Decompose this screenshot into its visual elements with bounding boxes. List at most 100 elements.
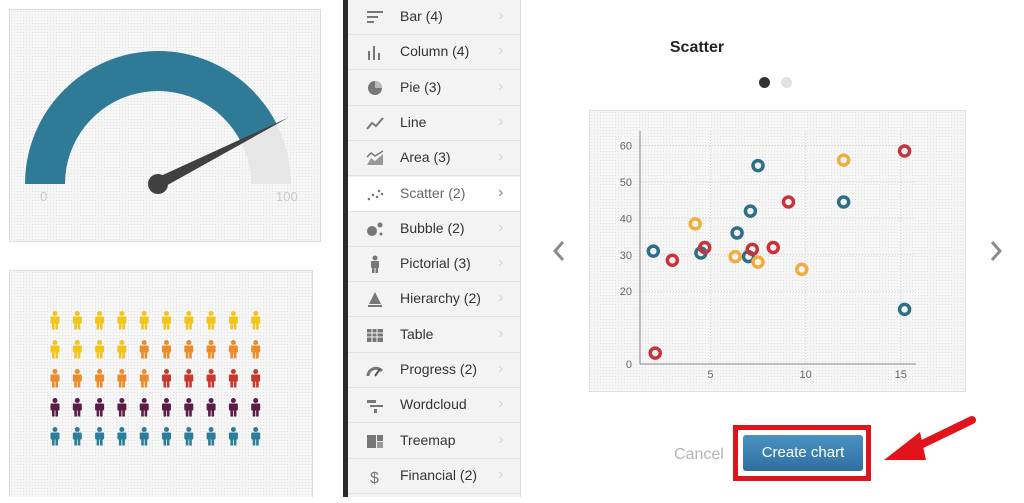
x-tick-label: 5 [707, 369, 713, 381]
person-icon [251, 398, 261, 417]
page-dot-2[interactable] [781, 77, 792, 88]
red-arrow-annotation [884, 416, 976, 460]
prev-chart-button[interactable] [548, 236, 572, 266]
chevron-left-icon [552, 241, 565, 261]
gauge-max-label: 100 [276, 189, 298, 204]
person-icon [72, 398, 82, 417]
y-tick-label: 30 [620, 250, 632, 262]
chevron-right-icon: › [498, 183, 504, 201]
chevron-right-icon: › [498, 289, 504, 307]
chart-type-pictorial-chart[interactable]: Pictorial (3) › [348, 247, 520, 283]
person-icon [184, 340, 194, 359]
person-icon [162, 340, 171, 359]
chart-type-pie-chart[interactable]: Pie (3) › [348, 71, 520, 106]
person-icon [95, 340, 105, 359]
person-icon [206, 340, 216, 359]
gauge-chart [25, 51, 291, 194]
chevron-right-icon: › [498, 360, 504, 377]
pie-chart-icon [366, 79, 386, 97]
scatter-point [751, 255, 765, 269]
scatter-point [646, 244, 661, 258]
person-icon [206, 427, 216, 446]
person-icon [50, 311, 60, 330]
chart-type-column-chart[interactable]: Column (4) › [348, 35, 520, 71]
chart-type-progress-chart[interactable]: Progress (2) › [348, 353, 520, 388]
chart-type-label: Pie (3) [400, 78, 442, 95]
chevron-right-icon: › [498, 148, 504, 166]
chart-type-wordcloud[interactable]: Wordcloud › [348, 388, 520, 424]
person-icon [95, 427, 105, 446]
chart-type-label: Wordcloud [400, 396, 467, 413]
gauge-min-label: 0 [40, 189, 48, 204]
area-chart-icon [366, 149, 386, 167]
chart-type-financial-chart[interactable]: $ Financial (2) › [348, 459, 520, 494]
line-chart-icon [366, 114, 386, 132]
scatter-point [751, 158, 765, 173]
gauge-widget: 0 100 [9, 9, 321, 242]
y-tick-label: 20 [620, 286, 632, 298]
chart-type-bubble-chart[interactable]: Bubble (2) › [348, 212, 520, 247]
person-icon [50, 369, 60, 388]
chart-type-label: Area (3) [400, 149, 451, 166]
person-icon [50, 427, 60, 446]
table-icon [366, 326, 386, 344]
y-tick-label: 40 [620, 213, 632, 225]
x-tick-label: 15 [895, 369, 907, 381]
chart-type-table[interactable]: Table › [348, 318, 520, 353]
chart-type-treemap[interactable]: Treemap › [348, 424, 520, 459]
person-icon [139, 427, 149, 446]
y-tick-label: 0 [626, 359, 632, 371]
chart-type-label: Scatter (2) [400, 184, 466, 201]
chart-type-label: Bar (4) [400, 8, 443, 24]
scatter-point [795, 262, 809, 277]
page-dot-1[interactable] [759, 77, 770, 88]
chart-type-label: Financial (2) [400, 466, 478, 483]
chart-type-label: Table [400, 325, 434, 342]
person-icon [72, 369, 82, 388]
scatter-point [836, 195, 851, 209]
chevron-right-icon: › [498, 7, 504, 24]
scatter-preview[interactable]: 0 20 30 40 50 60 5 10 15 [589, 110, 966, 392]
chart-type-scatter-chart[interactable]: Scatter (2) › [348, 176, 520, 212]
scatter-point [745, 242, 760, 257]
person-icon [251, 311, 261, 330]
next-chart-button[interactable] [984, 236, 1008, 266]
cancel-button[interactable]: Cancel [674, 446, 724, 464]
wordcloud-icon [366, 396, 386, 414]
chevron-right-icon: › [498, 218, 504, 236]
chevron-right-icon: › [498, 395, 504, 413]
chart-type-label: Bubble (2) [400, 219, 465, 236]
person-icon [50, 340, 60, 359]
scatter-point [648, 346, 662, 360]
scatter-point [665, 253, 680, 267]
y-tick-label: 60 [620, 141, 632, 153]
person-icon [228, 369, 238, 388]
chevron-right-icon [990, 241, 1003, 261]
person-icon [72, 311, 82, 330]
person-icon [95, 311, 105, 330]
chart-type-label: Hierarchy (2) [400, 290, 481, 307]
person-icon [228, 427, 238, 446]
person-icon [251, 340, 261, 359]
person-icon [117, 427, 127, 446]
person-icon [184, 311, 194, 330]
person-icon [139, 311, 149, 330]
chart-type-line-chart[interactable]: Line › [348, 106, 520, 141]
column-chart-icon [366, 43, 386, 61]
chart-type-hierarchy-chart[interactable]: Hierarchy (2) › [348, 282, 520, 318]
person-icon [228, 311, 238, 330]
chevron-right-icon: › [498, 112, 504, 130]
scatter-point [766, 240, 780, 255]
chevron-right-icon: › [498, 42, 504, 60]
person-icon [50, 398, 60, 417]
chart-type-area-chart[interactable]: Area (3) › [348, 141, 520, 177]
chart-type-list: Bar (4) › Column (4) › Pie (3) › Line › Area (3)… [348, 0, 521, 497]
scatter-chart: 0 20 30 40 50 60 5 10 15 [620, 131, 916, 381]
person-icon [162, 398, 171, 417]
person-icon [139, 369, 149, 388]
scatter-chart-icon [366, 185, 386, 203]
chevron-right-icon: › [498, 324, 504, 342]
chart-type-bar-chart[interactable]: Bar (4) › [348, 0, 520, 35]
chart-type-label: Treemap [400, 431, 456, 448]
hierarchy-chart-icon [366, 290, 386, 308]
